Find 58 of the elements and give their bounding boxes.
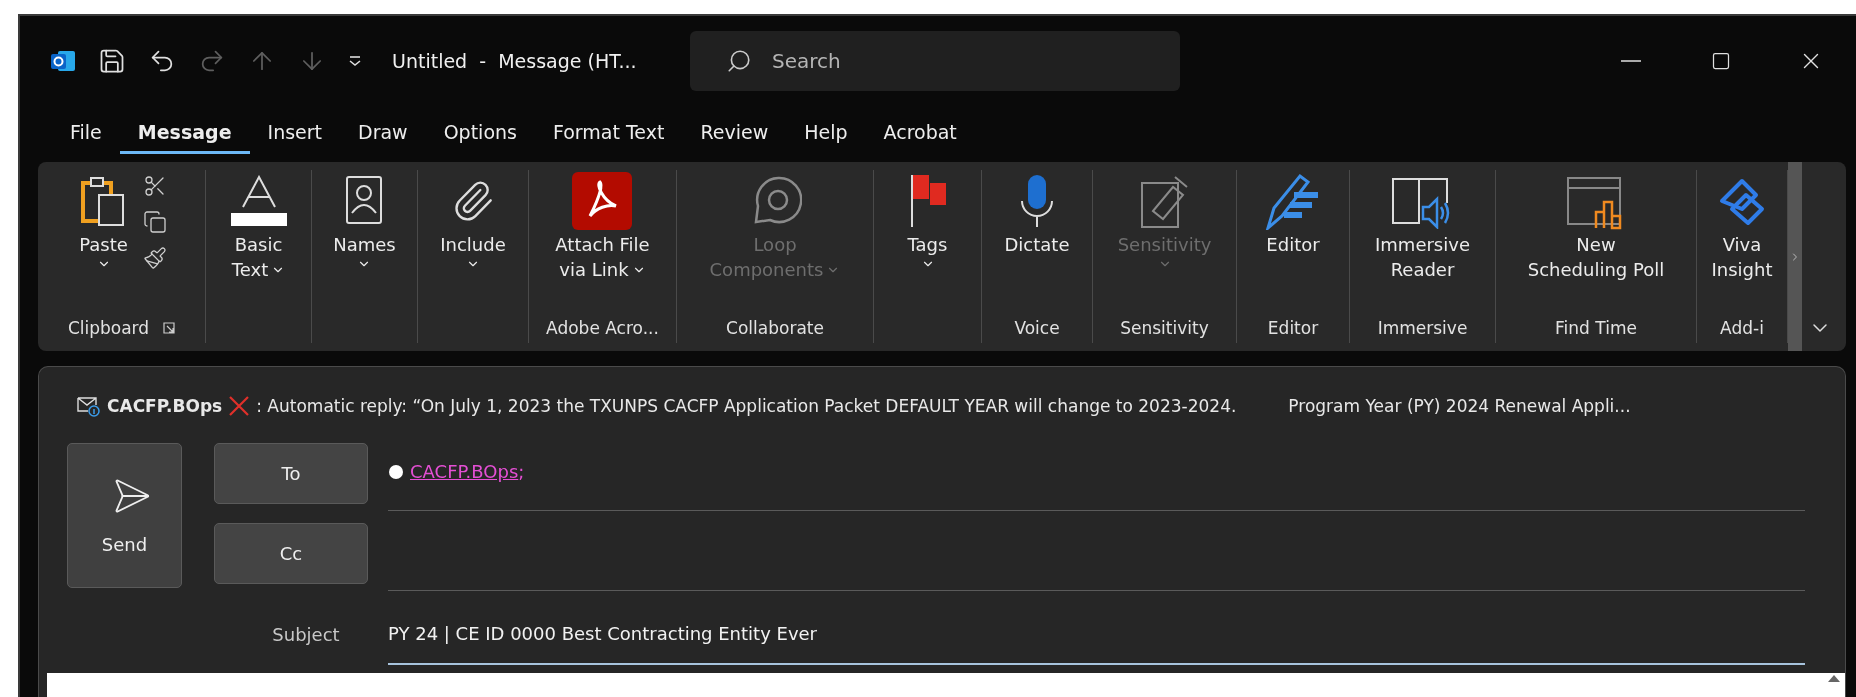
ribbon-button[interactable]: Tags xyxy=(903,170,952,313)
maximize-icon xyxy=(1711,51,1731,71)
ribbon-tab[interactable]: Insert xyxy=(249,112,341,154)
outlook-logo-icon xyxy=(50,48,76,74)
ribbon-tab[interactable]: Options xyxy=(425,112,535,154)
ribbon-button[interactable]: Dictate xyxy=(1000,170,1074,313)
ribbon-tab[interactable]: Draw xyxy=(340,112,426,154)
send-button[interactable]: Send xyxy=(67,443,182,588)
subject-label: Subject xyxy=(271,623,340,645)
ribbon-button[interactable]: Include xyxy=(436,170,510,313)
group-label: Sensitivity xyxy=(1120,317,1209,340)
pdf-icon xyxy=(572,172,633,230)
ribbon-button[interactable]: Names xyxy=(329,170,400,313)
sender-name: CACFP.BOps xyxy=(107,396,223,416)
search-icon xyxy=(726,48,752,74)
ribbon-button[interactable]: Immersive Reader xyxy=(1371,170,1474,313)
ribbon-tab[interactable]: File xyxy=(52,112,120,154)
ribbon-button[interactable]: New Scheduling Poll xyxy=(1523,170,1669,313)
recipient-link[interactable]: CACFP.BOps xyxy=(410,461,519,482)
search-field[interactable]: Search xyxy=(690,31,1180,91)
recipient-separator: ; xyxy=(518,461,525,482)
group-label: Clipboard xyxy=(67,317,150,340)
ribbon-scrollbar[interactable] xyxy=(1788,162,1802,351)
search-input[interactable]: Search xyxy=(770,48,1074,74)
ribbon-button[interactable]: Attach File via Link xyxy=(551,170,654,313)
group-label: Immersive xyxy=(1377,317,1468,340)
ribbon-button[interactable]: Basic Text xyxy=(224,170,293,313)
font-color-icon xyxy=(228,175,289,227)
group-label: Voice xyxy=(1014,317,1060,340)
ribbon-button[interactable]: Paste xyxy=(74,170,133,313)
group-label: Editor xyxy=(1267,317,1319,340)
ribbon-tab[interactable]: Message xyxy=(119,112,250,154)
auto-reply-subject: Program Year (PY) 2024 Renewal Appli... xyxy=(1288,396,1631,416)
subject-field[interactable]: PY 24 | CE ID 0000 Best Contracting Entity Ever xyxy=(388,603,1805,665)
paintbrush-icon xyxy=(142,246,167,270)
ribbon-button[interactable]: Editor xyxy=(1260,170,1326,313)
group-label: Find Time xyxy=(1555,317,1637,340)
ribbon-button[interactable]: Viva Insight xyxy=(1707,170,1777,313)
window-title: Untitled - Message (HT... xyxy=(392,50,638,72)
mail-info-icon xyxy=(77,395,101,417)
customize-toolbar-icon[interactable] xyxy=(348,55,362,67)
ribbon-tab[interactable]: Acrobat xyxy=(865,112,975,154)
address-book-icon xyxy=(344,175,385,227)
group-label: Collaborate xyxy=(726,317,824,340)
copy-icon xyxy=(142,210,167,234)
dialog-launcher-icon[interactable] xyxy=(163,322,176,334)
group-label: Adobe Acro... xyxy=(546,317,659,340)
auto-reply-text: : Automatic reply: “On July 1, 2023 the TXUNPS CACFP Application Packet DEFAULT YEAR will change to 2023-2024. xyxy=(256,396,1237,416)
group-label: Add-i xyxy=(1720,317,1764,340)
status-circle-icon xyxy=(388,463,404,480)
ribbon-tab[interactable]: Format Text xyxy=(534,112,683,154)
remove-icon[interactable] xyxy=(228,395,251,417)
cc-button[interactable]: Cc xyxy=(214,523,368,584)
minimize-icon xyxy=(1621,60,1641,62)
ribbon-tab[interactable]: Review xyxy=(682,112,787,154)
save-icon[interactable] xyxy=(98,47,126,75)
to-button[interactable]: To xyxy=(214,443,368,504)
ribbon-tab[interactable]: Help xyxy=(786,112,866,154)
